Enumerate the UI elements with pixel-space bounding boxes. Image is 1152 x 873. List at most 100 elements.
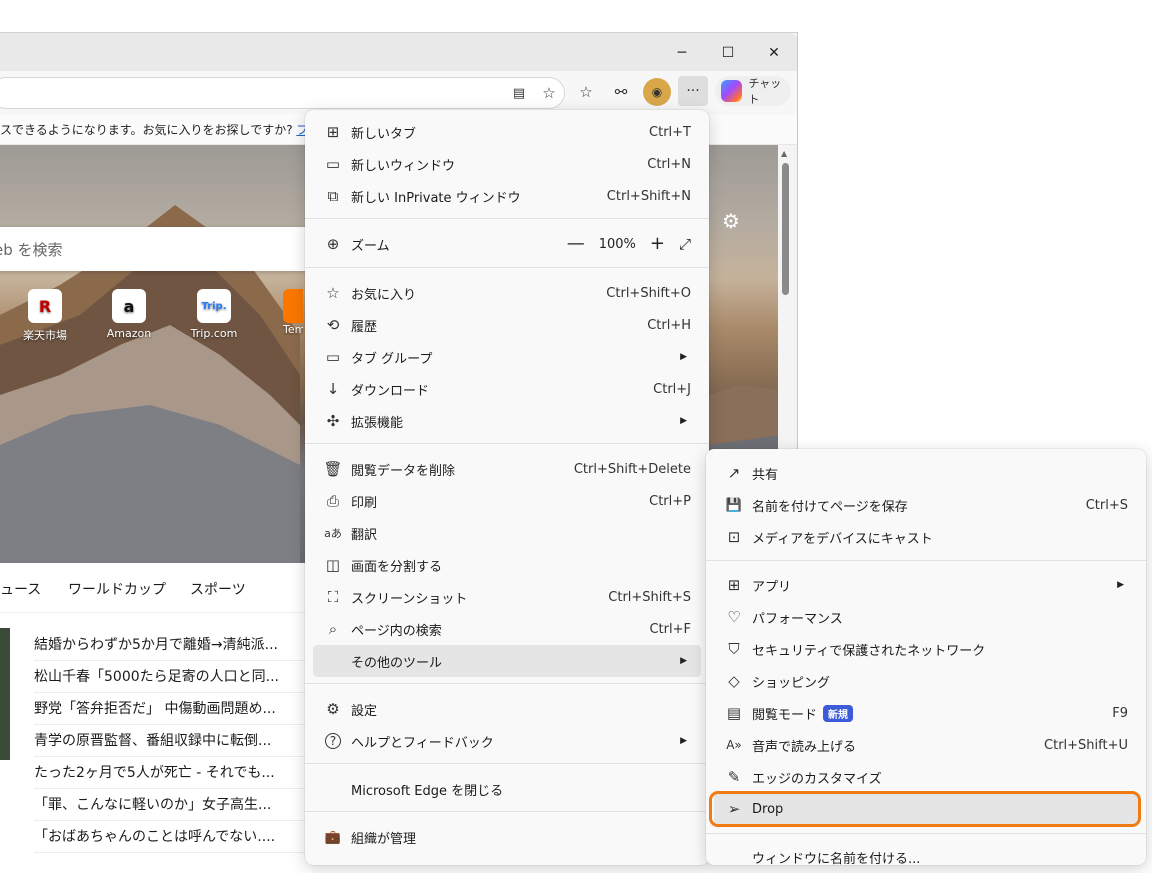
menu-item-apps[interactable]: ⊞ アプリ ▶ bbox=[714, 569, 1138, 601]
news-thumbnail[interactable] bbox=[0, 628, 10, 760]
chat-label: チャット bbox=[748, 77, 782, 106]
favorite-star-icon[interactable]: ☆ bbox=[535, 79, 563, 107]
web-search-input[interactable]: eb を検索 bbox=[0, 227, 310, 271]
menu-item-new-window[interactable]: ▭ 新しいウィンドウ Ctrl+N bbox=[313, 148, 701, 180]
tab-world-cup[interactable]: ワールドカップ bbox=[68, 579, 166, 599]
scroll-up-arrow-icon[interactable]: ▲ bbox=[781, 149, 787, 158]
settings-icon: ⚙ bbox=[326, 700, 340, 718]
download-icon: ↓ bbox=[326, 380, 340, 398]
quick-link-rakuten[interactable]: R 楽天市場 bbox=[10, 289, 80, 343]
menu-item-settings[interactable]: ⚙ 設定 bbox=[313, 693, 701, 725]
fullscreen-icon[interactable]: ⤢ bbox=[679, 235, 691, 253]
save-icon: 💾 bbox=[725, 497, 743, 513]
history-icon: ⟲ bbox=[326, 316, 340, 334]
menu-item-clear-browsing-data[interactable]: 🗑 閲覧データを削除 Ctrl+Shift+Delete bbox=[313, 453, 701, 485]
menu-item-favorites[interactable]: ☆ お気に入り Ctrl+Shift+O bbox=[313, 277, 701, 309]
zoom-out-button[interactable]: — bbox=[567, 235, 585, 253]
menu-item-history[interactable]: ⟲ 履歴 Ctrl+H bbox=[313, 309, 701, 341]
menu-item-read-aloud[interactable]: A» 音声で読み上げる Ctrl+Shift+U bbox=[714, 729, 1138, 761]
menu-item-name-window[interactable]: ウィンドウに名前を付ける... bbox=[714, 841, 1138, 873]
menu-item-customize-edge[interactable]: ✎ エッジのカスタマイズ bbox=[714, 761, 1138, 793]
menu-item-tab-groups[interactable]: ▭ タブ グループ ▶ bbox=[313, 341, 701, 373]
menu-item-label: ズーム bbox=[351, 238, 390, 254]
news-item[interactable]: 野党「答弁拒否だ」 中傷動画問題め... bbox=[34, 693, 306, 725]
news-item[interactable]: 松山千春「5000たら足寄の人口と同... bbox=[34, 661, 306, 693]
submenu-arrow-icon: ▶ bbox=[680, 416, 687, 426]
menu-item-help-feedback[interactable]: ? ヘルプとフィードバック ▶ bbox=[313, 725, 701, 757]
minimize-button[interactable]: ─ bbox=[660, 39, 704, 67]
copilot-chat-button[interactable]: チャット bbox=[715, 76, 791, 106]
menu-item-more-tools[interactable]: その他のツール ▶ bbox=[313, 645, 701, 677]
extensions-icon: ✣ bbox=[326, 412, 340, 430]
menu-item-shortcut: Ctrl+N bbox=[647, 156, 691, 172]
menu-item-new-tab[interactable]: ⊞ 新しいタブ Ctrl+T bbox=[313, 116, 701, 148]
menu-item-managed-by-org[interactable]: 💼 組織が管理 bbox=[313, 821, 701, 853]
menu-item-shortcut: Ctrl+Shift+U bbox=[1044, 737, 1128, 753]
zoom-in-button[interactable]: + bbox=[650, 235, 665, 253]
find-icon: ⌕ bbox=[328, 620, 338, 638]
page-settings-icon[interactable]: ⚙ bbox=[722, 209, 748, 235]
more-options-icon[interactable]: ··· bbox=[678, 76, 708, 106]
address-bar[interactable]: ▤ ☆ bbox=[0, 77, 565, 109]
menu-item-secure-network[interactable]: ⛉ セキュリティで保護されたネットワーク bbox=[714, 633, 1138, 665]
quick-link-temu[interactable]: Tem bbox=[263, 289, 303, 336]
menu-item-extensions[interactable]: ✣ 拡張機能 ▶ bbox=[313, 405, 701, 437]
menu-item-label: タブ グループ bbox=[351, 351, 433, 367]
quick-link-label: Tem bbox=[283, 323, 303, 336]
performance-icon: ♡ bbox=[727, 608, 741, 626]
tab-news[interactable]: ュース bbox=[0, 579, 41, 599]
read-aloud-icon: A» bbox=[726, 738, 742, 752]
quick-link-trip[interactable]: Trip. Trip.com bbox=[179, 289, 249, 340]
menu-item-cast-media[interactable]: ⊡ メディアをデバイスにキャスト bbox=[714, 521, 1138, 553]
menu-item-new-inprivate-window[interactable]: ⧉ 新しい InPrivate ウィンドウ Ctrl+Shift+N bbox=[313, 180, 701, 212]
menu-item-save-page-as[interactable]: 💾 名前を付けてページを保存 Ctrl+S bbox=[714, 489, 1138, 521]
menu-item-label: ウィンドウに名前を付ける... bbox=[752, 851, 921, 867]
submenu-arrow-icon: ▶ bbox=[1117, 580, 1124, 590]
submenu-arrow-icon: ▶ bbox=[680, 736, 687, 746]
pen-icon: ✎ bbox=[727, 768, 741, 786]
menu-item-label: 閲覧モード 新規 bbox=[752, 704, 854, 723]
menu-item-split-screen[interactable]: ◫ 画面を分割する bbox=[313, 549, 701, 581]
close-button[interactable]: ✕ bbox=[752, 39, 796, 67]
menu-item-label: ダウンロード bbox=[351, 383, 430, 399]
reading-mode-label: 閲覧モード bbox=[752, 707, 818, 723]
tab-sports[interactable]: スポーツ bbox=[190, 579, 246, 599]
profile-avatar[interactable]: ◉ bbox=[643, 78, 671, 106]
menu-item-label: 拡張機能 bbox=[351, 415, 404, 431]
news-item[interactable]: 「おばあちゃんのことは呼んでない.... bbox=[34, 821, 306, 853]
menu-item-reading-mode[interactable]: ▤ 閲覧モード 新規 F9 bbox=[714, 697, 1138, 729]
menu-item-close-edge[interactable]: Microsoft Edge を閉じる bbox=[313, 773, 701, 805]
news-item[interactable]: たった2ヶ月で5人が死亡 - それでも... bbox=[34, 757, 306, 789]
menu-item-find-on-page[interactable]: ⌕ ページ内の検索 Ctrl+F bbox=[313, 613, 701, 645]
maximize-button[interactable]: ☐ bbox=[706, 39, 750, 67]
menu-item-shortcut: Ctrl+J bbox=[653, 381, 691, 397]
favorites-icon[interactable]: ☆ bbox=[572, 78, 600, 106]
menu-item-screenshot[interactable]: ⛶ スクリーンショット Ctrl+Shift+S bbox=[313, 581, 701, 613]
apps-icon: ⊞ bbox=[727, 576, 741, 594]
menu-item-shortcut: Ctrl+P bbox=[649, 493, 691, 509]
menu-item-translate[interactable]: aあ 翻訳 bbox=[313, 517, 701, 549]
menu-item-downloads[interactable]: ↓ ダウンロード Ctrl+J bbox=[313, 373, 701, 405]
news-item[interactable]: 青学の原晋監督、番組収録中に転倒... bbox=[34, 725, 306, 757]
menu-item-label: お気に入り bbox=[351, 287, 417, 303]
translate-icon: aあ bbox=[324, 527, 342, 540]
menu-item-label: Microsoft Edge を閉じる bbox=[351, 783, 504, 799]
scrollbar-thumb[interactable] bbox=[782, 163, 789, 295]
menu-item-label: ショッピング bbox=[752, 675, 831, 691]
trash-icon: 🗑 bbox=[323, 460, 343, 478]
menu-item-shortcut: Ctrl+T bbox=[649, 124, 691, 140]
menu-item-shortcut: Ctrl+Shift+O bbox=[606, 285, 691, 301]
menu-item-share[interactable]: ↗ 共有 bbox=[714, 457, 1138, 489]
extensions-icon[interactable]: ⚯ bbox=[607, 78, 635, 106]
quick-link-amazon[interactable]: a Amazon bbox=[94, 289, 164, 340]
menu-item-print[interactable]: ⎙ 印刷 Ctrl+P bbox=[313, 485, 701, 517]
news-item[interactable]: 結婚からわずか5か月で離婚→清純派... bbox=[34, 629, 306, 661]
menu-item-performance[interactable]: ♡ パフォーマンス bbox=[714, 601, 1138, 633]
reading-view-icon[interactable]: ▤ bbox=[505, 79, 533, 107]
temu-icon bbox=[283, 289, 303, 323]
news-item[interactable]: 「罪、こんなに軽いのか」女子高生... bbox=[34, 789, 306, 821]
search-placeholder: eb を検索 bbox=[0, 241, 63, 259]
menu-item-label: 新しいウィンドウ bbox=[351, 158, 456, 174]
help-icon: ? bbox=[325, 733, 341, 749]
menu-item-shopping[interactable]: ◇ ショッピング bbox=[714, 665, 1138, 697]
